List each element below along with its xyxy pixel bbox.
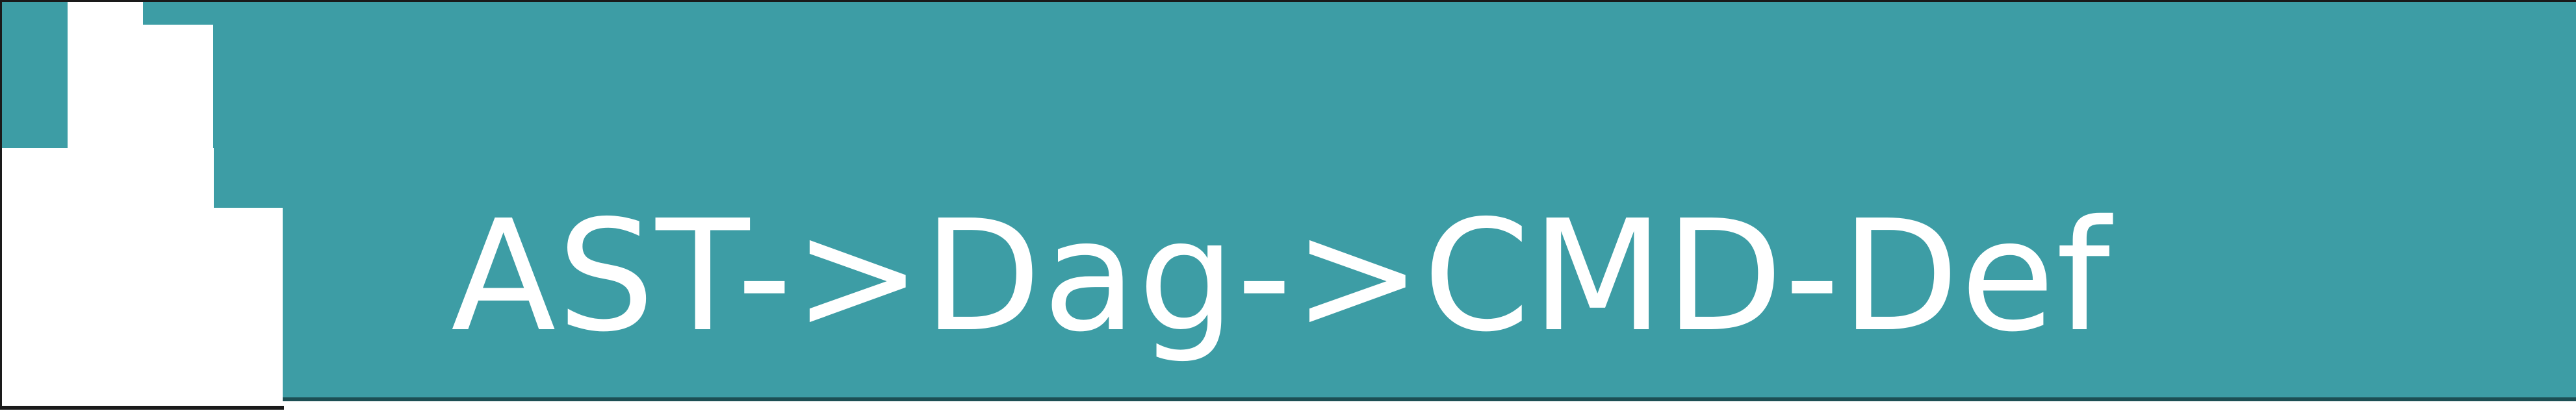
banner-bottom-rule — [279, 397, 2576, 401]
step-shape-lower — [2, 208, 283, 411]
step-shape-bottom-edge — [0, 406, 284, 410]
step-shape-top — [68, 0, 143, 26]
banner-title: AST->Dag->CMD-Def — [451, 187, 2111, 366]
